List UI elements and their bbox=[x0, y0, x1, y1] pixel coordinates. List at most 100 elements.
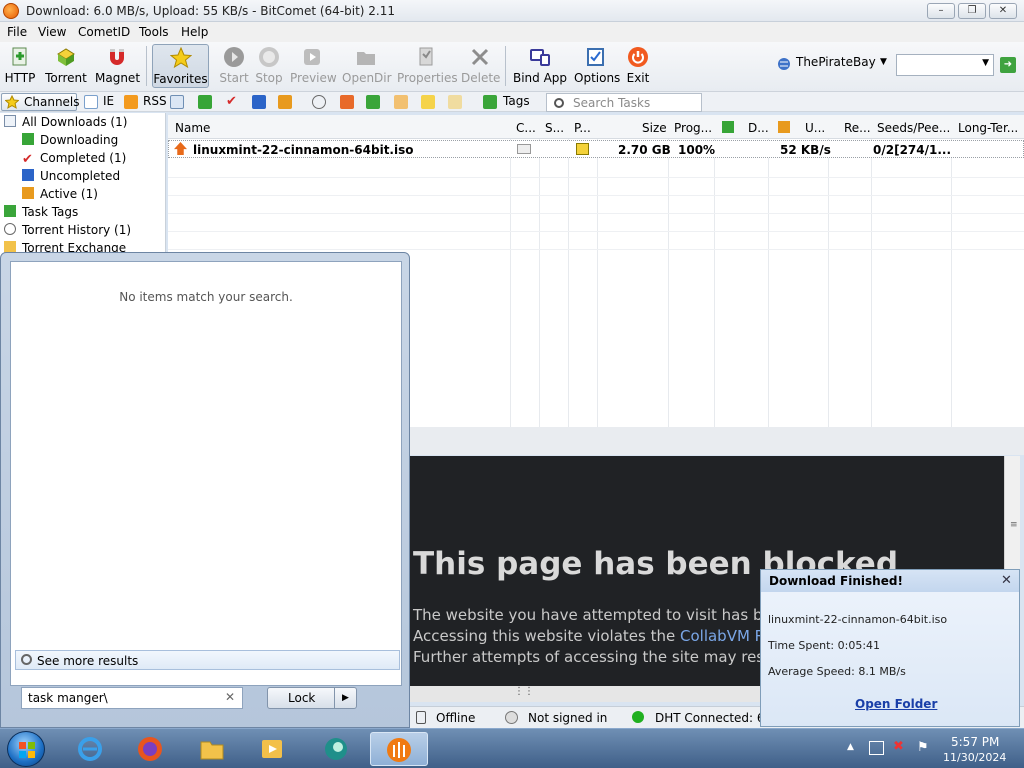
ie-tab[interactable]: IE bbox=[103, 94, 114, 108]
maximize-button[interactable]: ❐ bbox=[958, 3, 986, 19]
taskbar-file-explorer[interactable] bbox=[186, 732, 238, 766]
favorites-button[interactable]: Favorites bbox=[152, 44, 209, 88]
search-site-label[interactable]: ThePirateBay bbox=[796, 55, 876, 69]
column-header[interactable]: Long-Ter... bbox=[958, 121, 1018, 135]
column-header[interactable]: Re... bbox=[844, 121, 871, 135]
column-header[interactable]: Seeds/Pee... bbox=[877, 121, 950, 135]
torrent-button[interactable]: Torrent bbox=[44, 44, 88, 88]
menu-view[interactable]: View bbox=[38, 25, 66, 39]
opendir-button[interactable]: OpenDir bbox=[342, 44, 392, 88]
batch-icon[interactable] bbox=[421, 95, 435, 109]
bind-app-button[interactable]: Bind App bbox=[512, 44, 568, 88]
see-more-results[interactable]: See more results bbox=[15, 650, 400, 670]
options-label: Options bbox=[574, 71, 621, 85]
http-button[interactable]: HTTP bbox=[3, 44, 37, 88]
column-header[interactable]: Name bbox=[175, 121, 210, 135]
start-button[interactable] bbox=[7, 731, 45, 767]
options-button[interactable]: Options bbox=[574, 44, 621, 88]
close-button[interactable]: ✕ bbox=[989, 3, 1017, 19]
tree-torrent-history[interactable]: Torrent History (1) bbox=[4, 223, 131, 237]
completed-check-icon[interactable]: ✔ bbox=[226, 95, 240, 109]
uncompleted-icon[interactable] bbox=[252, 95, 266, 109]
tree-task-tags[interactable]: Task Tags bbox=[4, 205, 78, 219]
history-icon[interactable] bbox=[312, 95, 326, 109]
offline-status[interactable]: Offline bbox=[436, 711, 475, 725]
task-upload-speed: 52 KB/s bbox=[780, 143, 831, 157]
lock-button[interactable]: Lock ▶ bbox=[267, 687, 357, 709]
search-site-combo[interactable]: ▼ bbox=[896, 54, 994, 76]
column-header[interactable]: U... bbox=[805, 121, 825, 135]
column-header[interactable]: C... bbox=[516, 121, 536, 135]
show-hidden-icons-icon[interactable]: ▲ bbox=[847, 742, 854, 752]
download-finished-popup: Download Finished! ✕ linuxmint-22-cinnam… bbox=[760, 569, 1020, 727]
table-row[interactable]: linuxmint-22-cinnamon-64bit.iso 2.70 GB … bbox=[168, 140, 1024, 158]
active-arrows-icon[interactable] bbox=[278, 95, 292, 109]
http-label: HTTP bbox=[4, 71, 36, 85]
download-arrow-icon[interactable] bbox=[198, 95, 212, 109]
close-icon[interactable]: ✕ bbox=[1001, 573, 1012, 588]
column-header[interactable]: S... bbox=[545, 121, 564, 135]
toolbar-separator bbox=[146, 46, 147, 86]
taskbar-internet-explorer[interactable] bbox=[64, 732, 116, 766]
minimize-button[interactable]: – bbox=[927, 3, 955, 19]
tree-active[interactable]: Active (1) bbox=[22, 187, 98, 201]
clear-search-icon[interactable]: ✕ bbox=[225, 690, 235, 704]
channels-tab[interactable]: Channels bbox=[1, 93, 80, 111]
chevron-down-icon[interactable]: ▼ bbox=[880, 57, 887, 67]
clock-date[interactable]: 11/30/2024 bbox=[943, 751, 1006, 764]
tree-downloading[interactable]: Downloading bbox=[22, 133, 118, 147]
taskbar-bitcomet[interactable] bbox=[370, 732, 428, 766]
column-divider bbox=[668, 139, 669, 427]
flag-icon[interactable]: ⚑ bbox=[917, 740, 929, 755]
clock-time[interactable]: 5:57 PM bbox=[951, 735, 999, 749]
column-header[interactable]: P... bbox=[574, 121, 591, 135]
toolbar-separator bbox=[505, 46, 506, 86]
tree-completed[interactable]: ✔ Completed (1) bbox=[22, 151, 126, 166]
exit-button[interactable]: Exit bbox=[624, 44, 652, 88]
panel-splitter[interactable] bbox=[410, 427, 1024, 455]
column-divider bbox=[597, 139, 598, 427]
magnet-button[interactable]: Magnet bbox=[95, 44, 140, 88]
start-search-input[interactable]: task manger\ bbox=[21, 687, 243, 709]
blocked-text-line: Further attempts of accessing the site m… bbox=[413, 648, 803, 666]
power-icon bbox=[628, 47, 648, 67]
note-icon[interactable] bbox=[448, 95, 462, 109]
open-folder-link[interactable]: Open Folder bbox=[855, 697, 937, 711]
import-icon[interactable] bbox=[340, 95, 354, 109]
menu-help[interactable]: Help bbox=[181, 25, 208, 39]
tree-all-downloads[interactable]: All Downloads (1) bbox=[4, 115, 127, 129]
taskbar-app[interactable] bbox=[310, 732, 362, 766]
clipboard-icon[interactable] bbox=[394, 95, 408, 109]
tags-button[interactable]: Tags bbox=[503, 94, 530, 108]
column-header[interactable]: D... bbox=[748, 121, 769, 135]
rss-tab[interactable]: RSS bbox=[143, 94, 167, 108]
signin-status[interactable]: Not signed in bbox=[528, 711, 607, 725]
start-icon bbox=[224, 47, 244, 67]
delete-button[interactable]: Delete bbox=[461, 44, 500, 88]
dht-status[interactable]: DHT Connected: 68 bbox=[655, 711, 772, 725]
network-icon[interactable] bbox=[869, 741, 884, 755]
export-icon[interactable] bbox=[366, 95, 380, 109]
column-header[interactable]: Size bbox=[642, 121, 667, 135]
start-button[interactable]: Start bbox=[218, 44, 250, 88]
menu-tools[interactable]: Tools bbox=[139, 25, 169, 39]
upload-arrow-icon bbox=[778, 121, 790, 133]
title-bar: Download: 6.0 MB/s, Upload: 55 KB/s - Bi… bbox=[0, 0, 1024, 22]
preview-button[interactable]: Preview bbox=[290, 44, 337, 88]
taskbar-firefox[interactable] bbox=[124, 732, 176, 766]
volume-muted-icon[interactable]: ✖ bbox=[893, 739, 904, 754]
search-tasks-input[interactable]: Search Tasks bbox=[546, 93, 702, 112]
chevron-right-icon[interactable]: ▶ bbox=[334, 688, 356, 708]
system-tray: ▲ ✖ ⚑ 5:57 PM 11/30/2024 bbox=[845, 729, 1024, 768]
tree-label: Completed (1) bbox=[40, 151, 127, 165]
task-list-view-icon[interactable] bbox=[170, 95, 184, 109]
stop-button[interactable]: Stop bbox=[254, 44, 284, 88]
go-arrow-icon[interactable]: ➜ bbox=[1000, 57, 1016, 73]
menu-file[interactable]: File bbox=[7, 25, 27, 39]
menu-cometid[interactable]: CometID bbox=[78, 25, 130, 39]
taskbar-media-player[interactable] bbox=[246, 732, 298, 766]
horizontal-scrollbar[interactable]: ⋮⋮ bbox=[410, 686, 770, 702]
tree-uncompleted[interactable]: Uncompleted bbox=[22, 169, 120, 183]
properties-button[interactable]: Properties bbox=[397, 44, 458, 88]
column-header[interactable]: Prog... bbox=[674, 121, 712, 135]
